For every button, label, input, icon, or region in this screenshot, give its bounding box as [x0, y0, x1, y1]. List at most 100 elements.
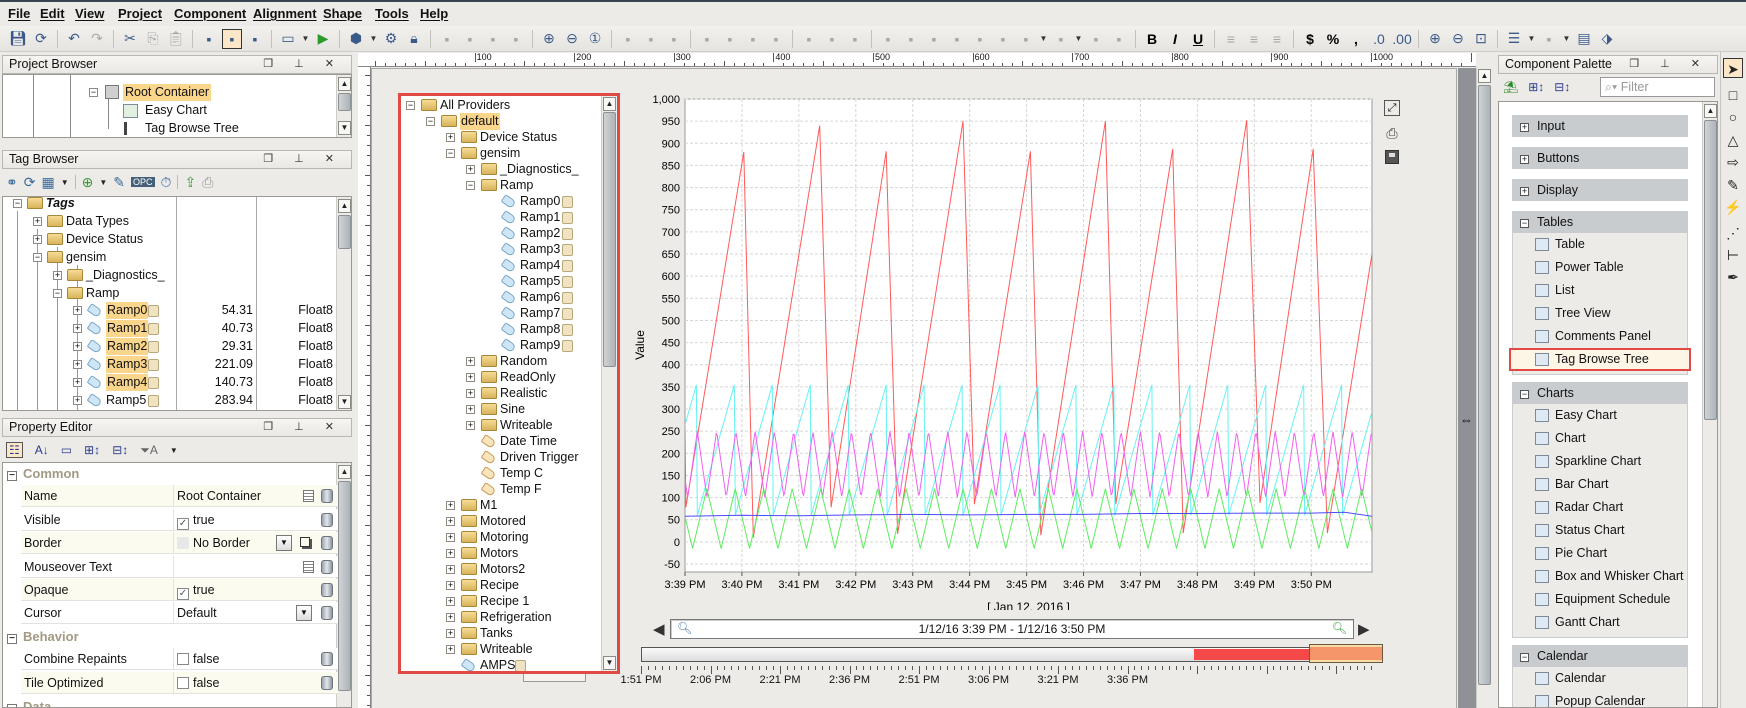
expand-toggle-icon[interactable]: +: [446, 501, 455, 510]
tag-browser-tree[interactable]: ▲ ▼ − Tags + Data Types + Device Status − gensim…: [2, 196, 352, 411]
ungroup-icon[interactable]: ▪: [460, 29, 480, 49]
tree-item[interactable]: Recipe: [480, 577, 519, 594]
dropdown-arrow-icon[interactable]: ▼: [1527, 29, 1536, 49]
property-value[interactable]: Root Container: [173, 485, 338, 507]
dropdown-arrow-icon[interactable]: ▼: [1562, 29, 1571, 49]
polygon-tool-icon[interactable]: △: [1723, 130, 1743, 150]
tree-item-tag-browse-tree[interactable]: Tag Browse Tree: [145, 120, 239, 137]
text-align-center-icon[interactable]: ≡: [1244, 29, 1264, 49]
categorized-view-icon[interactable]: ☷: [6, 442, 23, 458]
expand-icon[interactable]: +: [1520, 187, 1529, 196]
settings-gears-icon[interactable]: ⚙: [381, 29, 401, 49]
palette-item-pie-chart[interactable]: Pie Chart: [1513, 542, 1687, 565]
expand-toggle-icon[interactable]: −: [33, 252, 42, 262]
tree-item[interactable]: Motoring: [480, 529, 529, 546]
palette-group-header[interactable]: + Display: [1512, 179, 1688, 201]
tree-item-easy-chart[interactable]: Easy Chart: [145, 102, 207, 119]
menu-tools[interactable]: Tools: [375, 6, 409, 21]
palette-item-comments-panel[interactable]: Comments Panel: [1513, 325, 1687, 348]
tree-item[interactable]: Writeable: [500, 417, 553, 434]
fit-to-screen-icon[interactable]: ⤢: [1384, 100, 1400, 116]
palette-group-header[interactable]: − Calendar: [1512, 645, 1688, 667]
expand-toggle-icon[interactable]: +: [73, 360, 82, 370]
expand-toggle-icon[interactable]: +: [73, 306, 82, 316]
project-browser-tree[interactable]: − Root Container Easy Chart Tag Browse T…: [2, 74, 352, 138]
launch-preview-icon[interactable]: ▶: [313, 29, 333, 49]
menu-help[interactable]: Help: [420, 6, 448, 21]
tree-item[interactable]: All Providers: [440, 97, 510, 114]
currency-icon[interactable]: $: [1300, 29, 1320, 49]
expand-toggle-icon[interactable]: −: [446, 149, 455, 158]
menu-alignment[interactable]: Alignment: [253, 6, 317, 21]
binding-database-icon[interactable]: [321, 513, 333, 527]
binding-database-icon[interactable]: [321, 652, 333, 666]
palette-item-power-table[interactable]: Power Table: [1513, 256, 1687, 279]
palette-item-popup-calendar[interactable]: Popup Calendar: [1513, 690, 1687, 707]
property-value[interactable]: ✓ true: [173, 579, 338, 601]
dropdown-arrow-icon[interactable]: ▼: [99, 178, 107, 187]
expand-toggle-icon[interactable]: −: [426, 117, 435, 126]
property-group-data[interactable]: − Data: [7, 696, 51, 707]
save-icon[interactable]: [1385, 150, 1399, 164]
palette-item-tag-browse-tree[interactable]: Tag Browse Tree: [1509, 348, 1691, 371]
shape-intersect-icon[interactable]: ▪: [822, 29, 842, 49]
overview-selection-handle[interactable]: [1309, 644, 1383, 663]
dropdown-arrow-icon[interactable]: ▼: [1074, 29, 1083, 49]
palette-item-easy-chart[interactable]: Easy Chart: [1513, 404, 1687, 427]
zoom-out-icon[interactable]: ⊖: [562, 29, 582, 49]
text-editor-icon[interactable]: [303, 561, 314, 573]
zoom-in-icon[interactable]: 🔍︎: [1332, 621, 1347, 635]
panel-window-controls[interactable]: ❐ ⊥ ✕: [1629, 56, 1709, 73]
expand-toggle-icon[interactable]: +: [466, 357, 475, 366]
tree-item[interactable]: Ramp7: [520, 305, 560, 322]
update-project-icon[interactable]: ⟳: [31, 29, 51, 49]
expand-toggle-icon[interactable]: +: [466, 165, 475, 174]
tree-item[interactable]: Ramp3: [106, 356, 149, 374]
palette-item-tree-view[interactable]: Tree View: [1513, 302, 1687, 325]
expand-toggle-icon[interactable]: +: [33, 234, 42, 244]
palette-item-bar-chart[interactable]: Bar Chart: [1513, 473, 1687, 496]
menu-shape[interactable]: Shape: [323, 6, 362, 21]
collapse-icon[interactable]: −: [7, 704, 17, 707]
pencil-tool-icon[interactable]: ✎: [1723, 175, 1743, 195]
publish-icon[interactable]: ⬢: [346, 29, 366, 49]
tree-item[interactable]: default: [460, 113, 500, 130]
expand-toggle-icon[interactable]: −: [466, 181, 475, 190]
save-icon[interactable]: 💾︎: [8, 29, 28, 49]
binding-database-icon[interactable]: [321, 489, 333, 503]
description-toggle-icon[interactable]: ▭: [61, 443, 72, 457]
tree-item[interactable]: Ramp0: [106, 302, 149, 320]
tree-item[interactable]: M1: [480, 497, 497, 514]
rotate-icon[interactable]: ▪: [697, 29, 717, 49]
add-tag-icon[interactable]: ⊕: [82, 174, 94, 191]
expand-toggle-icon[interactable]: −: [53, 288, 62, 298]
palette-item-sparkline-chart[interactable]: Sparkline Chart: [1513, 450, 1687, 473]
overview-range-bar[interactable]: [641, 644, 1383, 663]
tree-item[interactable]: Tanks: [480, 625, 513, 642]
new-window-icon[interactable]: ▭: [278, 29, 298, 49]
tree-item[interactable]: gensim: [66, 249, 106, 266]
same-width-icon[interactable]: ▪: [1086, 29, 1106, 49]
palette-scrollbar[interactable]: ▲: [1702, 102, 1717, 707]
tag-browser-scrollbar[interactable]: ▲ ▼: [336, 197, 351, 410]
expand-toggle-icon[interactable]: +: [466, 405, 475, 414]
property-value[interactable]: [173, 556, 338, 578]
expand-toggle-icon[interactable]: −: [406, 101, 415, 110]
tree-item[interactable]: Ramp: [86, 285, 119, 302]
ellipse-tool-icon[interactable]: ○: [1723, 107, 1743, 127]
zoom-in-icon[interactable]: ⊕: [539, 29, 559, 49]
shape-exclude-icon[interactable]: ▪: [845, 29, 865, 49]
edit-tag-icon[interactable]: ✎: [113, 174, 125, 191]
tree-item[interactable]: Ramp9: [520, 337, 560, 354]
palette-item-calendar[interactable]: Calendar: [1513, 667, 1687, 690]
expand-all-icon[interactable]: ⊞↕: [84, 443, 100, 457]
tree-item[interactable]: Ramp: [500, 177, 533, 194]
panel-window-controls[interactable]: ❐ ⊥ ✕: [263, 151, 343, 168]
tree-item[interactable]: Realistic: [500, 385, 547, 402]
percent-icon[interactable]: %: [1323, 29, 1343, 49]
pointer-tool-icon[interactable]: ➤: [1723, 58, 1743, 78]
dropdown-button[interactable]: ▼: [276, 535, 292, 551]
tree-item[interactable]: Ramp4: [520, 257, 560, 274]
rotate-back-icon[interactable]: ▪: [720, 29, 740, 49]
italic-icon[interactable]: I: [1165, 29, 1185, 49]
